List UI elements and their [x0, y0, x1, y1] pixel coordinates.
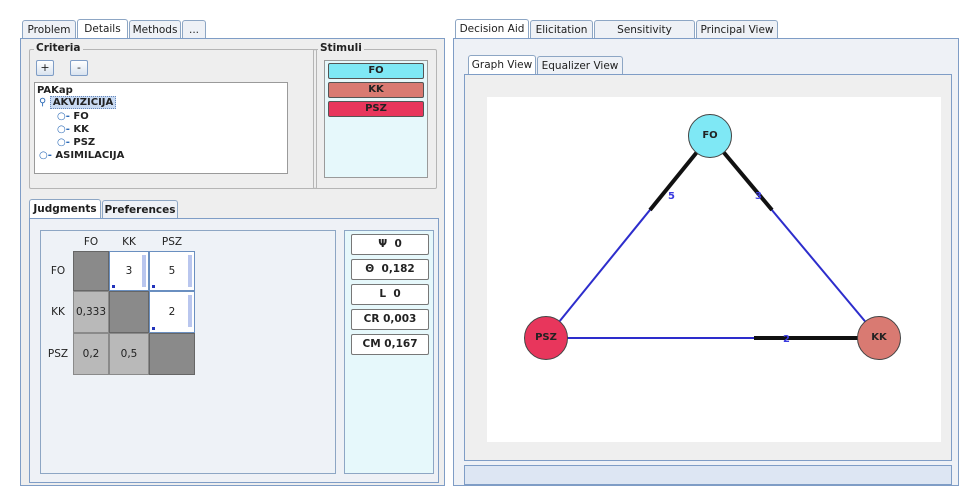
cell-slider[interactable]	[142, 255, 146, 287]
stimuli-group: Stimuli FO KK PSZ	[313, 42, 437, 189]
graph-node-psz[interactable]: PSZ	[524, 316, 568, 360]
metric-cm: CM 0,167	[351, 334, 429, 355]
pairwise-matrix: FO KK PSZ FO KK PSZ 3 5 0,333 2 0,2 0,5	[40, 230, 336, 474]
cell-marker	[152, 327, 155, 330]
metric-label: CR	[363, 313, 380, 325]
tree-node-akvizicija[interactable]: ⚲ AKVIZICIJA	[39, 96, 117, 109]
matrix-row-header: KK	[51, 306, 65, 318]
metric-value: 0,003	[383, 313, 417, 325]
tab-elicitation[interactable]: Elicitation	[530, 20, 593, 39]
edge-label-fo-psz: 5	[668, 191, 675, 202]
details-panel: Criteria + - PAKap ⚲ AKVIZICIJA ○- FO ○-…	[20, 38, 445, 486]
node-label: KK	[871, 332, 887, 343]
matrix-col-header: FO	[83, 236, 99, 248]
tree-node-label: AKVIZICIJA	[49, 96, 117, 109]
matrix-cell-kk-psz[interactable]: 2	[149, 291, 195, 333]
graph-view-panel: 5 3 2 FO KK PSZ	[464, 74, 952, 461]
metric-theta: Θ 0,182	[351, 259, 429, 280]
metric-value: 0,167	[384, 338, 418, 350]
stimulus-psz[interactable]: PSZ	[328, 101, 424, 117]
tree-leaf-label: KK	[73, 124, 89, 135]
tab-details[interactable]: Details	[77, 19, 128, 39]
tab-equalizer-view[interactable]: Equalizer View	[537, 56, 623, 75]
tree-leaf-fo[interactable]: ○- FO	[57, 111, 89, 123]
metric-label: Θ	[365, 263, 375, 275]
tab-sensitivity-analysis[interactable]: Sensitivity Analysis	[594, 20, 695, 54]
cell-slider[interactable]	[188, 255, 192, 287]
status-bar	[464, 465, 952, 485]
leaf-key-icon: ○-	[57, 137, 70, 148]
metrics-panel: Ψ 0 Θ 0,182 L 0 CR 0,003 CM 0,167	[344, 230, 434, 474]
tab-judgments[interactable]: Judgments	[29, 199, 101, 219]
node-label: FO	[702, 130, 718, 141]
decision-aid-panel: Graph View Equalizer View 5 3 2 FO KK PS…	[453, 38, 959, 486]
tree-node-label: ASIMILACIJA	[55, 150, 125, 161]
judgments-panel: FO KK PSZ FO KK PSZ 3 5 0,333 2 0,2 0,5 …	[29, 218, 439, 483]
matrix-cell-psz-fo: 0,2	[73, 333, 109, 375]
tab-methods[interactable]: Methods	[129, 20, 181, 39]
stimulus-kk[interactable]: KK	[328, 82, 424, 98]
cell-slider[interactable]	[188, 295, 192, 327]
stimuli-title: Stimuli	[318, 42, 364, 54]
metric-value: 0,182	[381, 263, 415, 275]
matrix-cell-kk-fo: 0,333	[73, 291, 109, 333]
tab-preferences[interactable]: Preferences	[102, 200, 178, 219]
tree-node-asimilacija[interactable]: ○- ASIMILACIJA	[39, 150, 124, 162]
criteria-title: Criteria	[34, 42, 83, 54]
node-label: PSZ	[535, 332, 557, 343]
tree-leaf-psz[interactable]: ○- PSZ	[57, 137, 95, 149]
matrix-cell-psz-kk: 0,5	[109, 333, 149, 375]
metric-label: L	[379, 288, 387, 300]
matrix-row-header: FO	[50, 265, 66, 277]
cell-marker	[112, 285, 115, 288]
metric-l: L 0	[351, 284, 429, 305]
tab-problem[interactable]: Problem	[22, 20, 76, 39]
matrix-diagonal-cell	[109, 291, 149, 333]
node-expanded-icon: ⚲	[39, 97, 47, 108]
cell-value: 5	[168, 265, 176, 277]
cell-value: 2	[168, 306, 176, 318]
criteria-group: Criteria + - PAKap ⚲ AKVIZICIJA ○- FO ○-…	[29, 42, 317, 189]
cell-marker	[152, 285, 155, 288]
tab-more[interactable]: ...	[182, 20, 206, 39]
graph-node-fo[interactable]: FO	[688, 114, 732, 158]
metric-psi: Ψ 0	[351, 234, 429, 255]
tab-graph-view[interactable]: Graph View	[468, 55, 536, 75]
tree-leaf-label: FO	[73, 111, 89, 122]
cell-value: 3	[125, 265, 133, 277]
stimulus-fo[interactable]: FO	[328, 63, 424, 79]
add-criterion-button[interactable]: +	[36, 60, 54, 76]
matrix-cell-fo-kk[interactable]: 3	[109, 251, 149, 291]
matrix-diagonal-cell	[149, 333, 195, 375]
tab-decision-aid[interactable]: Decision Aid	[455, 19, 529, 39]
criteria-tree[interactable]: PAKap ⚲ AKVIZICIJA ○- FO ○- KK ○- PSZ ○-…	[34, 82, 288, 174]
edge-label-psz-kk: 2	[783, 334, 790, 345]
leaf-key-icon: ○-	[57, 111, 70, 122]
matrix-col-header: KK	[122, 236, 136, 248]
node-collapsed-icon: ○-	[39, 150, 52, 161]
metric-label: Ψ	[378, 238, 388, 250]
matrix-cell-fo-psz[interactable]: 5	[149, 251, 195, 291]
tab-principal-view[interactable]: Principal View	[696, 20, 778, 39]
metric-value: 0	[394, 238, 402, 250]
graph-node-kk[interactable]: KK	[857, 316, 901, 360]
matrix-diagonal-cell	[73, 251, 109, 291]
metric-label: CM	[362, 338, 381, 350]
matrix-col-header: PSZ	[161, 236, 183, 248]
tree-leaf-kk[interactable]: ○- KK	[57, 124, 89, 136]
edge-label-fo-kk: 3	[755, 191, 762, 202]
metric-cr: CR 0,003	[351, 309, 429, 330]
leaf-key-icon: ○-	[57, 124, 70, 135]
tree-leaf-label: PSZ	[73, 137, 96, 148]
metric-value: 0	[393, 288, 401, 300]
remove-criterion-button[interactable]: -	[70, 60, 88, 76]
matrix-row-header: PSZ	[47, 348, 69, 360]
